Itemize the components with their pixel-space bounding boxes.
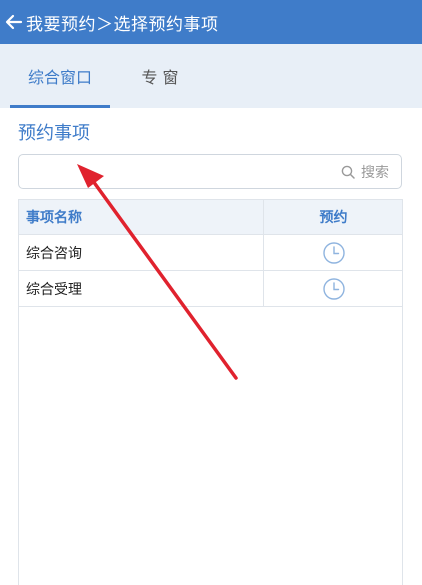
item-name: 综合咨询 bbox=[26, 245, 82, 262]
book-button[interactable] bbox=[263, 235, 403, 270]
page-title: 我要预约＞选择预约事项 bbox=[26, 14, 219, 35]
search-icon bbox=[341, 165, 355, 179]
tab-bar: 综合窗口 专 窗 bbox=[0, 44, 422, 108]
clock-icon bbox=[322, 277, 345, 300]
tab-general-window[interactable]: 综合窗口 bbox=[10, 44, 110, 108]
top-bar: 我要预约＞选择预约事项 bbox=[0, 0, 422, 44]
back-button[interactable] bbox=[2, 0, 26, 44]
items-table: 事项名称 预约 综合咨询 综合受理 bbox=[18, 199, 403, 585]
table-row[interactable]: 综合咨询 bbox=[19, 235, 402, 271]
search-box: 搜索 bbox=[18, 154, 402, 189]
column-header-name: 事项名称 bbox=[26, 210, 82, 226]
section-title: 预约事项 bbox=[18, 123, 90, 144]
appointment-page: 我要预约＞选择预约事项 综合窗口 专 窗 预约事项 搜索 事项名称 预约 综合咨… bbox=[0, 0, 422, 585]
book-button[interactable] bbox=[263, 271, 403, 306]
clock-icon bbox=[322, 241, 345, 264]
item-name: 综合受理 bbox=[26, 281, 82, 298]
column-header-booking: 预约 bbox=[263, 200, 403, 234]
search-button[interactable]: 搜索 bbox=[341, 155, 389, 188]
arrow-left-icon bbox=[5, 14, 23, 30]
search-input[interactable] bbox=[27, 159, 331, 186]
table-header: 事项名称 预约 bbox=[19, 200, 402, 235]
search-button-label: 搜索 bbox=[361, 164, 389, 181]
table-row[interactable]: 综合受理 bbox=[19, 271, 402, 307]
tab-special-window[interactable]: 专 窗 bbox=[120, 44, 200, 108]
